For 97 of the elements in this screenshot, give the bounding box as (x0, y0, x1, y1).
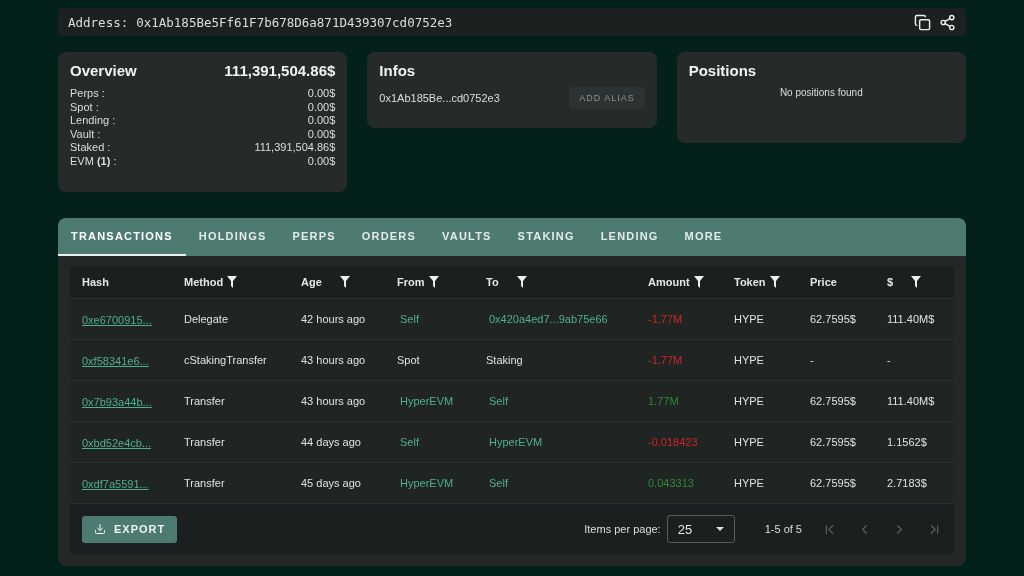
table-cell-text: 62.7595$ (810, 395, 857, 407)
column-header: Amount (648, 276, 690, 288)
overview-label: Staked : (70, 141, 111, 155)
table-cell-text: cStakingTransfer (184, 354, 268, 366)
tab[interactable]: HOLDINGS (185, 218, 280, 256)
overview-label: Spot : (70, 100, 99, 114)
empty-message: No positions found (779, 87, 863, 98)
table-cell-text: Transfer (184, 477, 226, 489)
table-cell-text: 62.7595$ (810, 436, 857, 448)
overview-value: 0.00$ (307, 114, 336, 128)
tab[interactable]: VAULTS (429, 218, 505, 256)
caret-icon (715, 527, 724, 531)
column-header: Hash (82, 276, 109, 288)
download-icon (94, 523, 106, 535)
table-cell-text: HyperEVM (488, 436, 544, 448)
table-cell-text: - (810, 354, 815, 366)
table-cell-text: HyperEVM (399, 477, 455, 489)
tab[interactable]: STAKING (504, 218, 588, 256)
filter-icon[interactable] (516, 276, 527, 288)
table-cell-text: Self (488, 477, 509, 489)
filter-icon[interactable] (693, 276, 704, 288)
hash-link[interactable]: 0xbd52e4cb... (82, 437, 152, 449)
table-cell-text: Staking (486, 354, 524, 366)
column-header: Price (810, 276, 837, 288)
filter-icon[interactable] (769, 276, 780, 288)
card-title: Infos (379, 62, 416, 79)
tab[interactable]: MORE (671, 218, 736, 256)
export-button[interactable]: EXPORT (82, 515, 178, 543)
address-label: Address: (68, 14, 129, 30)
table-cell-text: Self (488, 395, 509, 407)
table-cell-text: HYPE (734, 354, 765, 366)
table-cell-text: HYPE (734, 313, 765, 325)
share-icon[interactable] (939, 13, 956, 31)
table-cell-text: 0x420a4ed7...9ab75e66 (488, 313, 609, 325)
column-header: To (486, 276, 499, 288)
table-cell-text: 111.40M$ (887, 313, 936, 325)
column-header: $ (887, 276, 894, 288)
items-per-page-label: Items per page: (584, 523, 661, 535)
column-header: From (397, 276, 425, 288)
hash-link[interactable]: 0xf58341e6... (82, 355, 149, 367)
table-cell-text: HYPE (734, 477, 765, 489)
table-cell-text: 0.043313 (648, 477, 695, 489)
tab[interactable]: TRANSACTIONS (58, 218, 186, 256)
table-cell-text: 43 hours ago (301, 354, 367, 366)
overview-value: 0.00$ (307, 87, 336, 101)
overview-label: Vault : (70, 127, 101, 141)
table-cell-text: 43 hours ago (301, 395, 367, 407)
copy-icon[interactable] (914, 13, 931, 31)
table-cell-text: HYPE (734, 436, 765, 448)
table-cell-text: Spot (397, 354, 421, 366)
table-cell-text: - (887, 354, 892, 366)
filter-icon[interactable] (227, 276, 238, 288)
page-range: 1-5 of 5 (764, 523, 802, 535)
address-value: 0x1Ab185Be5Ff61F7b678D6a871D439307cd0752e3 (136, 14, 453, 30)
table-cell-text: -1.77M (648, 313, 684, 325)
table-cell-text: -0.018423 (648, 436, 699, 448)
overview-value: 111,391,504.86$ (254, 141, 336, 155)
table-cell-text: 1.77M (648, 395, 680, 407)
table-cell-text: 62.7595$ (810, 313, 857, 325)
hash-link[interactable]: 0x7b93a44b... (82, 396, 152, 408)
table-cell-text: -1.77M (648, 354, 684, 366)
filter-icon[interactable] (911, 276, 922, 288)
table-cell-text: 62.7595$ (810, 477, 857, 489)
overview-value: 0.00$ (307, 154, 336, 168)
card-title: Overview (70, 62, 137, 79)
tab[interactable]: ORDERS (348, 218, 429, 256)
column-header: Method (184, 276, 224, 288)
card-title: Positions (688, 62, 757, 79)
table-cell-text: Delegate (184, 313, 230, 325)
table-cell-text: 2.7183$ (887, 477, 928, 489)
hash-link[interactable]: 0xdf7a5591... (82, 478, 149, 490)
items-per-page-select[interactable]: 25 (666, 515, 735, 543)
table-cell-text: Self (399, 313, 420, 325)
table-cell-text: HyperEVM (399, 395, 455, 407)
column-header: Age (301, 276, 322, 288)
table-cell-text: Transfer (184, 395, 226, 407)
table-cell-text: 1.1562$ (887, 436, 928, 448)
filter-icon[interactable] (339, 276, 350, 288)
hash-link[interactable]: 0xe6700915... (82, 314, 152, 326)
filter-icon[interactable] (428, 276, 439, 288)
overview-value: 0.00$ (307, 100, 336, 114)
short-address: 0x1Ab185Be...cd0752e3 (379, 92, 500, 104)
table-cell-text: 44 days ago (301, 436, 362, 448)
table-cell-text: 45 days ago (301, 477, 362, 489)
table-cell-text: HYPE (734, 395, 765, 407)
overview-label: Perps : (70, 87, 105, 101)
overview-label: Lending : (70, 114, 116, 128)
tab[interactable]: PERPS (279, 218, 349, 256)
table-cell-text: 111.40M$ (887, 395, 936, 407)
overview-label: EVM (1) : (70, 154, 117, 168)
column-header: Token (734, 276, 766, 288)
overview-total: 111,391,504.86$ (224, 62, 336, 79)
tab[interactable]: LENDING (587, 218, 672, 256)
table-cell-text: Transfer (184, 436, 226, 448)
table-cell-text: 42 hours ago (301, 313, 367, 325)
table-cell-text: Self (399, 436, 420, 448)
overview-value: 0.00$ (307, 127, 336, 141)
